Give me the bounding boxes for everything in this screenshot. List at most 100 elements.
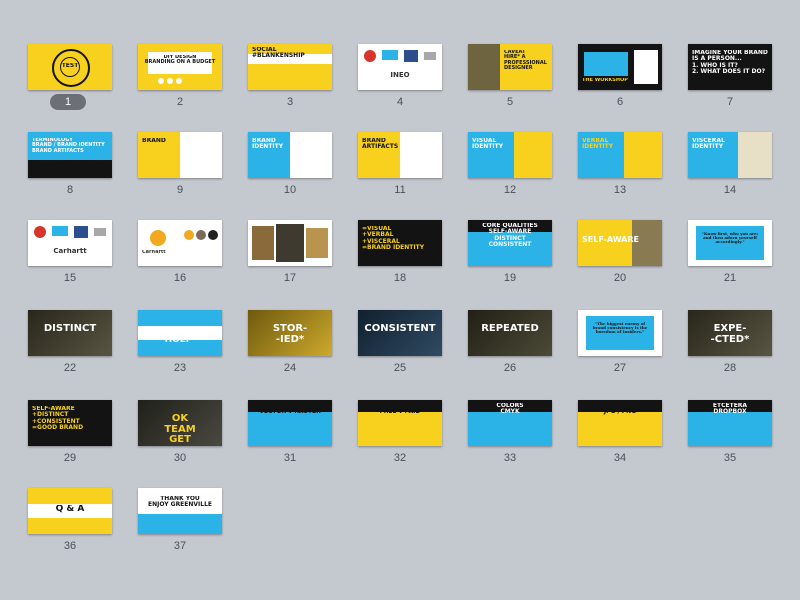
slide-title-text: INEŌ [390,72,410,79]
slide-thumbnail[interactable]: VISCERAL IDENTITY [688,132,772,178]
slide-thumbnail[interactable]: BRAND ARTIFACTS [358,132,442,178]
slide-thumbnail[interactable]: DISTINCT HOLY* [138,310,222,356]
slide-cell: THANK YOU ENJOY GREENVILLE 37 [138,488,222,568]
slide-thumbnail[interactable]: THE WORKSHOP [578,44,662,90]
slide-cell: BRAND IDENTITY 10 [248,132,332,212]
slide-thumbnail[interactable]: =VISUAL +VERBAL +VISCERAL =BRAND IDENTIT… [358,220,442,266]
slide-decoration [150,230,166,246]
slide-cell: Q & A 36 [28,488,112,568]
slide-decoration [276,224,304,262]
slide-thumbnail[interactable]: REPEATED [468,310,552,356]
slide-number: 35 [723,452,737,464]
slide-thumbnail[interactable]: CONSISTENT [358,310,442,356]
slide-number: 27 [613,362,627,374]
slide-decoration [94,228,106,236]
slide-thumbnail[interactable]: PROGRAMS VECTOR v RASTER [248,400,332,446]
slide-thumbnail[interactable]: CORE QUALITIES SELF-AWARE DISTINCT CONSI… [468,220,552,266]
slide-decoration [208,230,218,240]
slide-thumbnail[interactable]: IMAGINE YOUR BRAND IS A PERSON... 1. WHO… [688,44,772,90]
slide-number: 23 [173,362,187,374]
slide-thumbnail[interactable]: SOCIAL #BLANKENSHIP [248,44,332,90]
slide-number: 9 [176,184,184,196]
slide-title-text: FONTS FREE v PAID [379,403,421,416]
slide-number: 30 [173,452,187,464]
slide-thumbnail[interactable]: INEŌ [358,44,442,90]
slide-cell: CORE QUALITIES SELF-AWARE DISTINCT CONSI… [468,220,552,300]
slide-thumbnail[interactable]: FILE TYPES JPG / PNG [578,400,662,446]
slide-title-text: Carhartt [53,248,87,255]
slide-title-text: CONSISTENT [364,324,436,334]
slide-title-text: STOR- -IED* [272,324,308,345]
slide-title-text: Q & A [55,505,85,514]
slide-number: 37 [173,540,187,552]
slide-thumbnail[interactable] [248,220,332,266]
slide-number: 8 [66,184,74,196]
slide-cell: "The biggest enemy of brand consistency … [578,310,662,390]
slide-cell: TEST 1 [28,44,112,124]
slide-number: 21 [723,272,737,284]
slide-decoration [382,50,398,60]
slide-thumbnail[interactable]: Carhartt [138,220,222,266]
slide-number: 19 [503,272,517,284]
slide-decoration [468,44,500,90]
slide-number: 16 [173,272,187,284]
slide-number: 26 [503,362,517,374]
slide-decoration [196,230,206,240]
slide-decoration [74,226,88,238]
slide-cell: TERMINOLOGY BRAND / BRAND IDENTITY BRAND… [28,132,112,212]
slide-cell: CONSISTENT 25 [358,310,442,390]
slide-thumbnail[interactable]: "Know first, who you are; and then adorn… [688,220,772,266]
slide-thumbnail[interactable]: BRAND [138,132,222,178]
slide-thumbnail[interactable]: VISUAL IDENTITY [468,132,552,178]
slide-cell: VISUAL IDENTITY 12 [468,132,552,212]
slide-title-text: BRAND [142,138,166,144]
slide-number: 29 [63,452,77,464]
slide-thumbnail[interactable]: "The biggest enemy of brand consistency … [578,310,662,356]
slide-thumbnail[interactable]: SELF-AWARE +DISTINCT +CONSISTENT =GOOD B… [28,400,112,446]
slide-cell: COLORS CMYK 33 [468,400,552,480]
slide-number: 10 [283,184,297,196]
slide-cell: 17 [248,220,332,300]
slide-decoration [28,160,112,178]
slide-number: 22 [63,362,77,374]
slide-thumbnail[interactable]: VERBAL IDENTITY [578,132,662,178]
slide-cell: SELF-AWARE +DISTINCT +CONSISTENT =GOOD B… [28,400,112,480]
slide-thumbnail[interactable]: CAVEAT HIRE* A PROFESSIONAL DESIGNER [468,44,552,90]
slide-title-text: THE WORKSHOP [582,78,628,83]
slide-cell: =VISUAL +VERBAL +VISCERAL =BRAND IDENTIT… [358,220,442,300]
slide-title-text: VISUAL IDENTITY [472,138,504,151]
slide-thumbnail[interactable]: Carhartt [28,220,112,266]
slide-title-text: "The biggest enemy of brand consistency … [592,322,648,335]
slide-decoration [34,226,46,238]
slide-cell: DISTINCT HOLY* 23 [138,310,222,390]
slide-thumbnail[interactable]: TEST [28,44,112,90]
slide-thumbnail[interactable]: SELF-AWARE [578,220,662,266]
slide-number: 7 [726,96,734,108]
slide-title-text: VISCERAL IDENTITY [692,138,725,151]
slide-cell: PROGRAMS VECTOR v RASTER 31 [248,400,332,480]
slide-thumbnail[interactable]: ETCETERA DROPBOX [688,400,772,446]
slide-title-text: BRAND ARTIFACTS [362,138,399,151]
slide-number: 20 [613,272,627,284]
slide-cell: FILE TYPES JPG / PNG 34 [578,400,662,480]
slide-title-text: Carhartt [142,250,166,255]
slide-thumbnail[interactable]: FONTS FREE v PAID [358,400,442,446]
slide-number: 32 [393,452,407,464]
slide-number: 6 [616,96,624,108]
slide-thumbnail[interactable]: EXPE- -CTED* [688,310,772,356]
slide-thumbnail[interactable]: STOR- -IED* [248,310,332,356]
slide-thumbnail[interactable]: OK TEAM GET PRACTICAL [138,400,222,446]
slide-thumbnail[interactable]: BRAND IDENTITY [248,132,332,178]
slide-thumbnail[interactable]: DIY DESIGN BRANDING ON A BUDGET [138,44,222,90]
slide-thumbnail[interactable]: DISTINCT [28,310,112,356]
slide-thumbnail[interactable]: TERMINOLOGY BRAND / BRAND IDENTITY BRAND… [28,132,112,178]
slide-number: 3 [286,96,294,108]
slide-title-text: PROGRAMS VECTOR v RASTER [259,403,321,416]
slide-thumbnail[interactable]: COLORS CMYK [468,400,552,446]
slide-cell: CAVEAT HIRE* A PROFESSIONAL DESIGNER 5 [468,44,552,124]
slide-thumbnail[interactable]: THANK YOU ENJOY GREENVILLE [138,488,222,534]
slide-number: 12 [503,184,517,196]
slide-thumbnail[interactable]: Q & A [28,488,112,534]
slide-title-text: SOCIAL #BLANKENSHIP [252,47,305,60]
slide-number: 33 [503,452,517,464]
